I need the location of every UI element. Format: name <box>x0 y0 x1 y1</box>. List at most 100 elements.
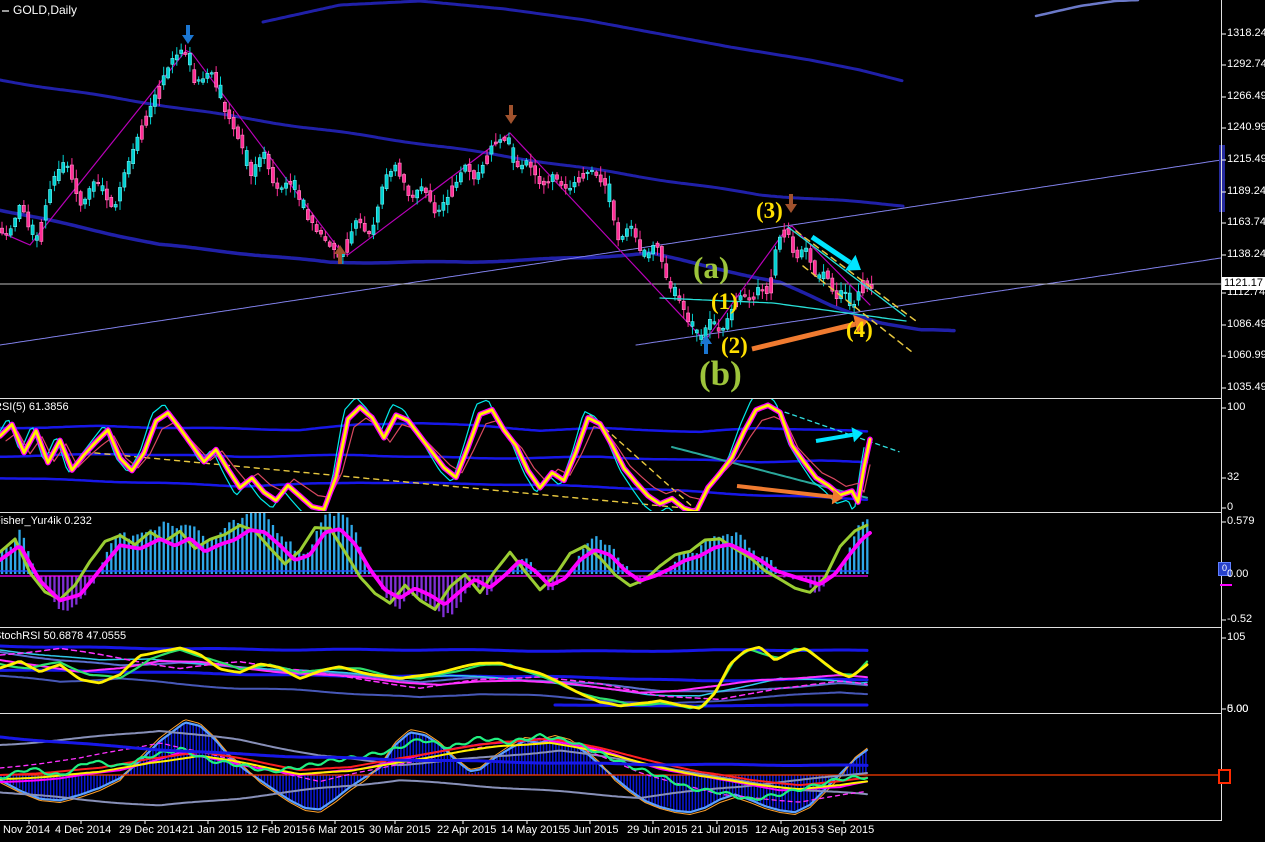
candle-body <box>563 184 568 189</box>
time-axis-label: 22 Apr 2015 <box>437 824 497 836</box>
fisher-bar-positive <box>193 526 196 574</box>
fisher-bar-positive <box>215 538 218 574</box>
wave-label-4[interactable]: (4) <box>846 318 873 341</box>
candle-body <box>61 162 66 173</box>
candle-body <box>105 188 109 201</box>
candle-body <box>70 164 74 180</box>
candle-body <box>113 204 118 208</box>
candle-body <box>799 249 804 258</box>
fisher-bar-positive <box>708 538 712 574</box>
candle-body <box>310 215 315 223</box>
symbol-text: GOLD,Daily <box>13 3 78 17</box>
fisher-pane[interactable] <box>0 506 872 618</box>
wave-label-3[interactable]: (3) <box>756 199 783 222</box>
candle-body <box>362 222 367 232</box>
candle-body <box>528 161 533 168</box>
candle-body <box>314 224 319 232</box>
candle-body <box>507 137 511 145</box>
wave-label-a[interactable]: (a) <box>693 252 729 283</box>
candle-body <box>664 263 669 278</box>
candle-body <box>821 271 826 280</box>
candle-body <box>751 296 756 300</box>
chart-canvas[interactable] <box>0 0 1265 842</box>
candle-body <box>52 175 57 186</box>
fisher-bar-positive <box>166 522 170 574</box>
time-axis-label: 30 Mar 2015 <box>369 824 431 836</box>
candle-body <box>690 321 695 327</box>
main-price-pane[interactable] <box>0 0 1221 354</box>
candle-body <box>131 148 135 164</box>
annotation-arrow[interactable] <box>815 432 854 443</box>
candle-body <box>782 229 787 238</box>
candle-body <box>712 321 717 325</box>
wave-label-2[interactable]: (2) <box>721 334 748 357</box>
candle-body <box>301 199 306 209</box>
fisher-bar-positive <box>333 515 336 574</box>
candle-body <box>694 329 699 334</box>
candle-body <box>78 191 83 206</box>
rsi-trend-dash <box>84 451 695 510</box>
fisher-bar-negative <box>433 576 436 609</box>
fisher-bar-positive <box>739 534 742 574</box>
wave-label-1[interactable]: (1) <box>711 290 738 313</box>
candle-body <box>223 101 227 112</box>
candle-body <box>459 172 463 183</box>
rsi-pane[interactable] <box>0 394 900 523</box>
candle-body <box>201 78 205 83</box>
candle-body <box>454 181 459 188</box>
price-axis-label: 1138.24 <box>1227 248 1265 260</box>
candle-body <box>419 186 424 192</box>
candle-body <box>524 160 529 166</box>
oscillator-pane[interactable] <box>0 719 1221 815</box>
fisher-bar-positive <box>171 525 174 574</box>
candle-body <box>257 157 262 167</box>
fisher-bar-positive <box>280 536 283 574</box>
fisher-magenta-tick <box>1220 584 1232 586</box>
candle-body <box>367 231 371 235</box>
fisher-bar-negative <box>416 576 419 597</box>
candle-body <box>380 186 385 205</box>
candle-body <box>375 206 380 223</box>
candle-body <box>756 287 760 296</box>
price-axis-label: 0 <box>1227 501 1234 513</box>
candle-body <box>218 84 223 99</box>
rsi-level-line <box>0 477 869 501</box>
price-axis-label: 1240.99 <box>1227 121 1265 133</box>
candle-body <box>856 291 861 301</box>
candle-body <box>581 173 586 179</box>
price-axis-label: 1292.74 <box>1227 58 1265 70</box>
fisher-bar-positive <box>5 546 8 574</box>
candle-body <box>288 180 293 185</box>
candle-body <box>568 187 572 191</box>
price-axis-label: 100 <box>1227 401 1246 413</box>
candle-body <box>174 54 179 61</box>
sell-signal-arrow-icon <box>182 25 194 44</box>
candle-body <box>297 190 302 200</box>
candle-body <box>109 197 114 207</box>
candle-body <box>118 187 122 202</box>
fisher-bar-negative <box>429 576 432 608</box>
wedge-line-top <box>787 226 906 317</box>
candle-body <box>808 248 813 263</box>
fisher-bar-positive <box>866 519 869 574</box>
candle-body <box>646 252 651 259</box>
fisher-indicator-label: Fisher_Yur4ik 0.232 <box>0 515 92 527</box>
fisher-bar-negative <box>57 576 61 609</box>
candle-body <box>432 202 437 214</box>
rsi-indicator-label: RSI(5) 61.3856 <box>0 401 69 413</box>
candle-body <box>292 180 297 190</box>
candle-body <box>743 294 747 297</box>
candle-body <box>148 105 153 118</box>
wave-label-b[interactable]: (b) <box>699 356 742 391</box>
stoch-level-bottom <box>553 703 869 708</box>
ma-band-lower <box>0 208 956 333</box>
fisher-bar-negative <box>394 576 397 607</box>
annotation-arrow[interactable] <box>751 321 856 352</box>
candle-body <box>804 247 808 252</box>
candle-body <box>87 188 92 200</box>
candle-body <box>393 164 398 172</box>
price-axis-label: 1086.49 <box>1227 318 1265 330</box>
stochrsi-pane[interactable] <box>0 644 869 710</box>
candle-body <box>773 249 778 276</box>
candle-body <box>22 205 26 213</box>
